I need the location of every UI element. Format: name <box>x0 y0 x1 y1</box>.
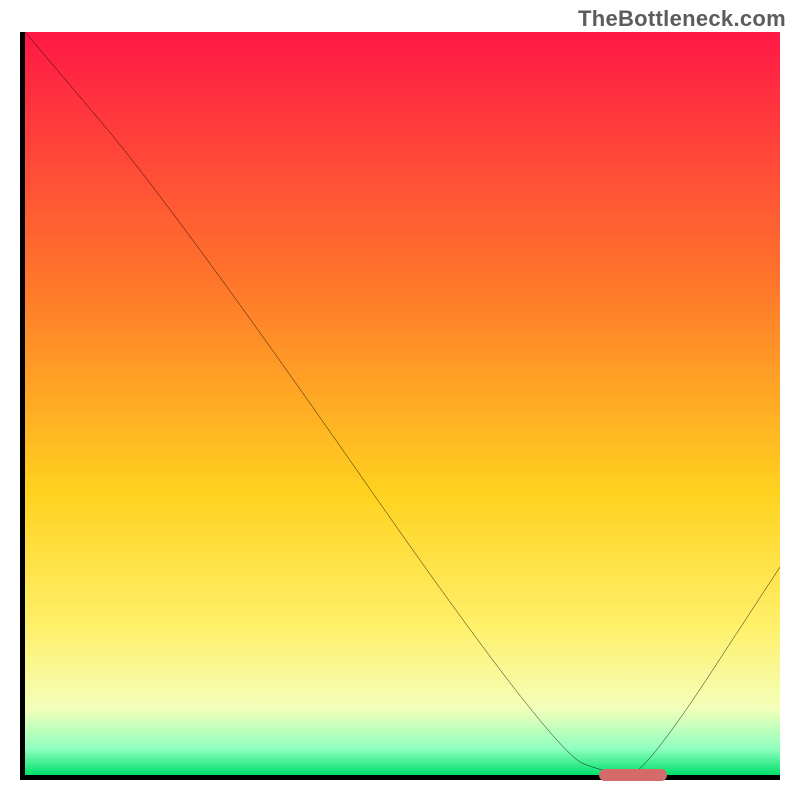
plot-frame <box>20 32 780 780</box>
optimal-range-marker <box>599 769 667 781</box>
chart-container: TheBottleneck.com <box>0 0 800 800</box>
watermark-text: TheBottleneck.com <box>578 6 786 32</box>
bottleneck-curve <box>25 32 780 775</box>
